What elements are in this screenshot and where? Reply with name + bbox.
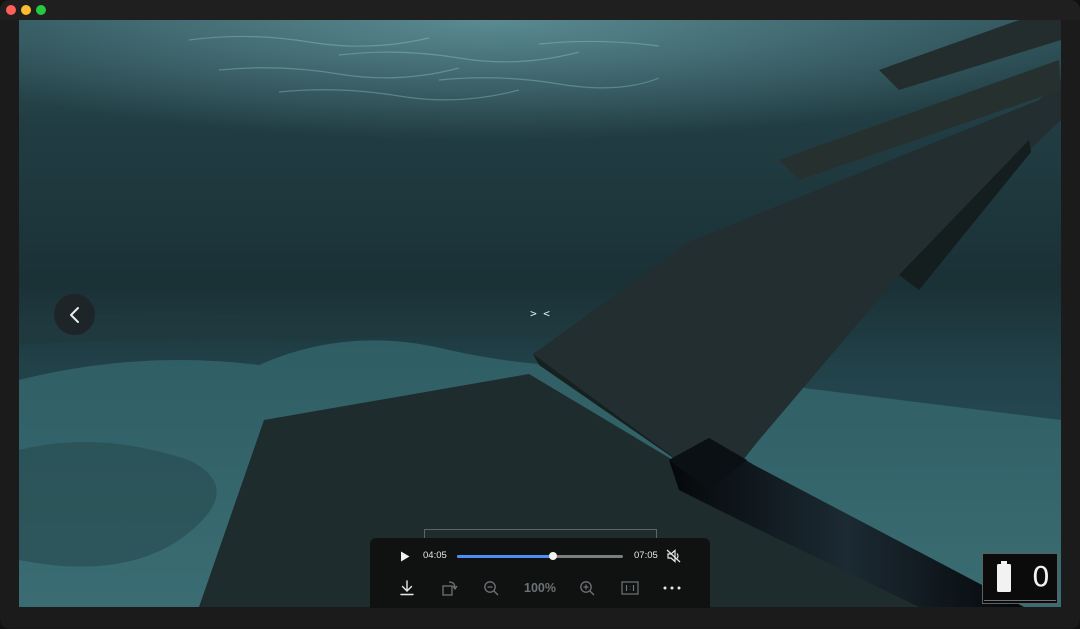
hud-counter-panel: 0 (982, 553, 1058, 604)
previous-button[interactable] (54, 294, 95, 335)
progress-bar[interactable] (457, 552, 623, 560)
crosshair: > < (530, 307, 550, 320)
zoom-out-icon (484, 581, 499, 596)
rotate-icon (442, 581, 458, 596)
more-options-button[interactable] (662, 578, 682, 598)
zoom-level: 100% (524, 581, 556, 595)
progress-fill (457, 555, 553, 558)
download-button[interactable] (398, 578, 416, 598)
zoom-in-icon (580, 581, 595, 596)
counter-underline (984, 600, 1056, 601)
current-time: 04:05 (423, 550, 447, 561)
actual-size-button[interactable] (620, 578, 640, 598)
minimize-window-button[interactable] (21, 5, 31, 15)
chevron-left-icon (69, 306, 79, 323)
zoom-in-button[interactable] (578, 578, 596, 598)
download-icon (400, 580, 414, 596)
media-player-controls: 04:05 07:05 100% (370, 538, 710, 608)
zoom-out-button[interactable] (482, 578, 500, 598)
progress-handle[interactable] (548, 552, 557, 560)
zoom-window-button[interactable] (36, 5, 46, 15)
play-button[interactable] (394, 547, 416, 565)
total-time: 07:05 (634, 550, 658, 561)
item-counter: 0 (1032, 560, 1050, 593)
mute-icon (666, 549, 681, 563)
play-icon (401, 551, 410, 561)
actual-size-icon (621, 581, 639, 595)
mute-button[interactable] (665, 547, 683, 565)
rotate-button[interactable] (440, 578, 460, 598)
title-bar (0, 0, 1080, 20)
app-window: > < 04:05 07:05 100% 0 (0, 0, 1080, 629)
more-icon (663, 586, 681, 590)
close-window-button[interactable] (6, 5, 16, 15)
battery-icon (997, 561, 1011, 592)
